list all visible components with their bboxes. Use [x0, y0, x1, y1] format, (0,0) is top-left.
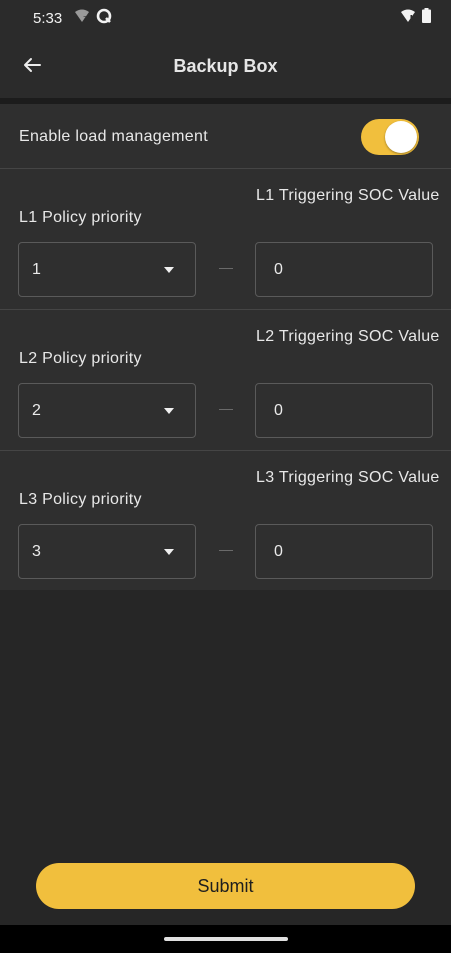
page-title: Backup Box — [173, 56, 278, 76]
navigation-bar — [0, 925, 451, 953]
load-management-panel: Enable load management L1 Policy priorit… — [0, 104, 451, 590]
status-right-icons — [400, 8, 431, 28]
soc-label: L2 Triggering SOC Value — [256, 328, 440, 345]
load-management-label: Enable load management — [19, 128, 208, 145]
level-row-l2: L2 Policy priority L2 Triggering SOC Val… — [0, 310, 451, 451]
svg-text:?: ? — [83, 15, 87, 23]
soc-value-input[interactable] — [255, 383, 433, 438]
policy-priority-label: L2 Policy priority — [19, 350, 142, 367]
select-value: 1 — [32, 261, 41, 278]
wifi-question-icon: ? — [74, 9, 90, 28]
status-bar: 5:33 ? — [0, 0, 451, 36]
q-app-icon — [96, 8, 112, 29]
policy-priority-label: L3 Policy priority — [19, 491, 142, 508]
soc-value-input[interactable] — [255, 524, 433, 579]
soc-value-input[interactable] — [255, 242, 433, 297]
battery-icon — [422, 8, 431, 28]
policy-priority-label: L1 Policy priority — [19, 209, 142, 226]
load-management-row: Enable load management — [0, 104, 451, 169]
policy-priority-select[interactable]: 1 — [18, 242, 196, 297]
level-row-l1: L1 Policy priority L1 Triggering SOC Val… — [0, 169, 451, 310]
level-row-l3: L3 Policy priority L3 Triggering SOC Val… — [0, 451, 451, 592]
caret-down-icon — [164, 267, 174, 273]
select-value: 3 — [32, 543, 41, 560]
select-value: 2 — [32, 402, 41, 419]
caret-down-icon — [164, 549, 174, 555]
app-bar: Backup Box — [0, 36, 451, 98]
load-management-toggle[interactable] — [361, 119, 419, 155]
caret-down-icon — [164, 408, 174, 414]
status-time: 5:33 — [33, 9, 63, 27]
dash-separator — [219, 550, 233, 551]
status-left-icons: ? — [74, 8, 112, 29]
soc-label: L1 Triggering SOC Value — [256, 187, 440, 204]
policy-priority-select[interactable]: 2 — [18, 383, 196, 438]
dash-separator — [219, 268, 233, 269]
dash-separator — [219, 409, 233, 410]
home-indicator[interactable] — [164, 937, 288, 941]
policy-priority-select[interactable]: 3 — [18, 524, 196, 579]
soc-label: L3 Triggering SOC Value — [256, 469, 440, 486]
wifi-alert-icon — [400, 9, 416, 28]
submit-button[interactable]: Submit — [36, 863, 415, 909]
toggle-knob — [385, 121, 417, 153]
